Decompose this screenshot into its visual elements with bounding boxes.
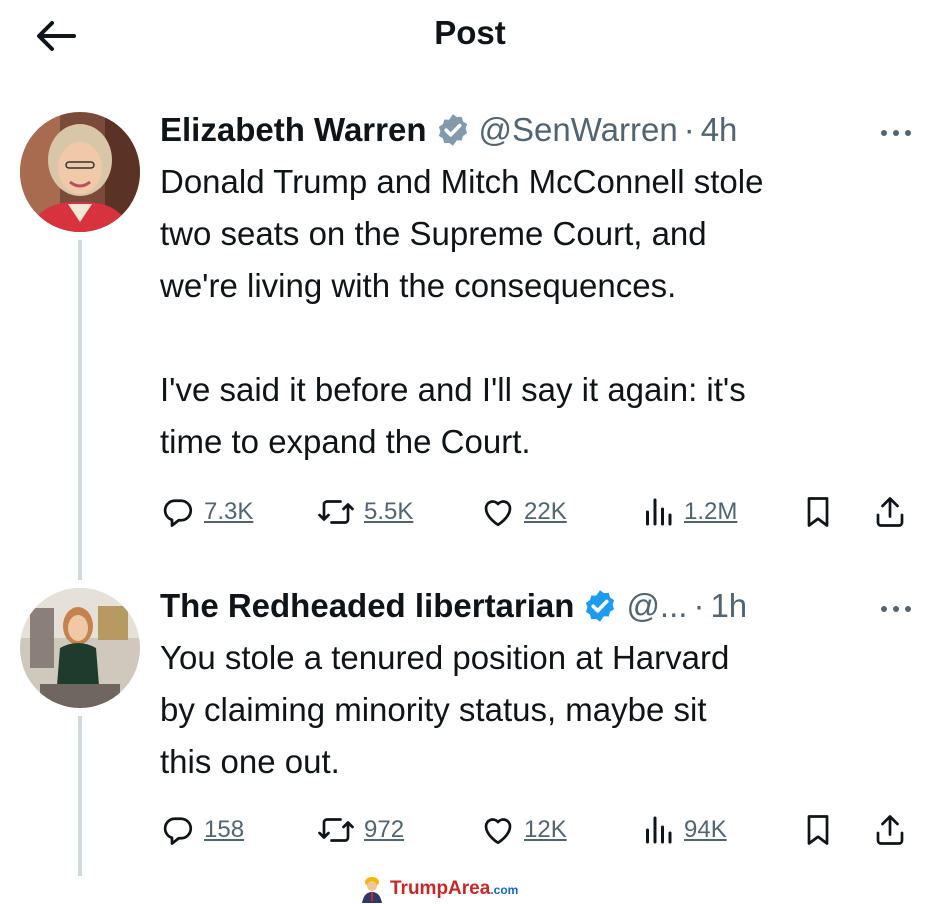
avatar-image — [20, 588, 140, 708]
more-button[interactable] — [876, 594, 916, 624]
watermark: TrumpArea.com — [360, 874, 518, 904]
like-button[interactable]: 12K — [480, 810, 567, 850]
views-count[interactable]: 94K — [684, 816, 727, 844]
author-name[interactable]: The Redheaded libertarian — [160, 587, 574, 625]
author-handle[interactable]: @... — [626, 587, 687, 625]
tweet-reply[interactable]: The Redheaded libertarian @... · 1h You … — [0, 576, 940, 876]
reply-count[interactable]: 7.3K — [204, 498, 253, 526]
share-button[interactable] — [872, 492, 908, 532]
share-icon — [876, 497, 904, 527]
tweet-header: Elizabeth Warren @SenWarren · 4h — [160, 108, 920, 152]
like-icon — [484, 500, 512, 527]
watermark-text: TrumpArea.com — [390, 878, 518, 900]
action-bar: 158 972 12K 94K — [160, 810, 920, 850]
reply-icon — [163, 499, 193, 527]
thread-line — [78, 240, 82, 580]
separator-dot: · — [683, 111, 695, 148]
watermark-brand: TrumpArea — [390, 878, 491, 899]
reply-count[interactable]: 158 — [204, 816, 244, 844]
avatar[interactable] — [20, 112, 140, 232]
reply-button[interactable]: 158 — [160, 810, 244, 850]
bookmark-icon — [807, 815, 829, 845]
reply-icon — [163, 817, 193, 845]
like-count[interactable]: 12K — [524, 816, 567, 844]
reply-button[interactable]: 7.3K — [160, 492, 253, 532]
watermark-tld: .com — [490, 883, 519, 897]
bookmark-button[interactable] — [800, 810, 836, 850]
timestamp[interactable]: 4h — [701, 111, 738, 149]
top-bar: Post — [0, 0, 940, 72]
share-icon — [876, 815, 904, 845]
tweet-header: The Redheaded libertarian @... · 1h — [160, 584, 920, 628]
views-button[interactable]: 94K — [640, 810, 727, 850]
avatar[interactable] — [20, 588, 140, 708]
timestamp[interactable]: 1h — [710, 587, 747, 625]
like-count[interactable]: 22K — [524, 498, 567, 526]
repost-count[interactable]: 972 — [364, 816, 404, 844]
repost-button[interactable]: 5.5K — [316, 492, 413, 532]
share-button[interactable] — [872, 810, 908, 850]
thread-line — [78, 716, 82, 876]
mascot-icon — [362, 877, 382, 903]
page-title: Post — [434, 14, 506, 51]
tweet-main[interactable]: Elizabeth Warren @SenWarren · 4h Donald … — [0, 100, 940, 580]
views-icon — [646, 816, 672, 844]
repost-button[interactable]: 972 — [316, 810, 404, 850]
verified-badge-icon — [582, 588, 618, 624]
repost-icon — [318, 500, 354, 524]
bookmark-icon — [807, 497, 829, 527]
views-button[interactable]: 1.2M — [640, 492, 737, 532]
repost-count[interactable]: 5.5K — [364, 498, 413, 526]
like-button[interactable]: 22K — [480, 492, 567, 532]
avatar-image — [20, 112, 140, 232]
like-icon — [484, 818, 512, 845]
author-handle[interactable]: @SenWarren — [479, 111, 678, 149]
more-icon — [881, 606, 911, 612]
views-count[interactable]: 1.2M — [684, 498, 737, 526]
more-icon — [881, 130, 911, 136]
repost-icon — [318, 818, 354, 842]
tweet-text: Donald Trump and Mitch McConnell stole t… — [160, 163, 764, 460]
separator-dot: · — [693, 587, 705, 624]
more-button[interactable] — [876, 118, 916, 148]
author-name[interactable]: Elizabeth Warren — [160, 111, 427, 149]
tweet-text: You stole a tenured position at Harvard … — [160, 639, 730, 780]
verified-badge-icon — [435, 112, 471, 148]
action-bar: 7.3K 5.5K 22K 1.2M — [160, 492, 920, 532]
views-icon — [646, 498, 672, 526]
bookmark-button[interactable] — [800, 492, 836, 532]
